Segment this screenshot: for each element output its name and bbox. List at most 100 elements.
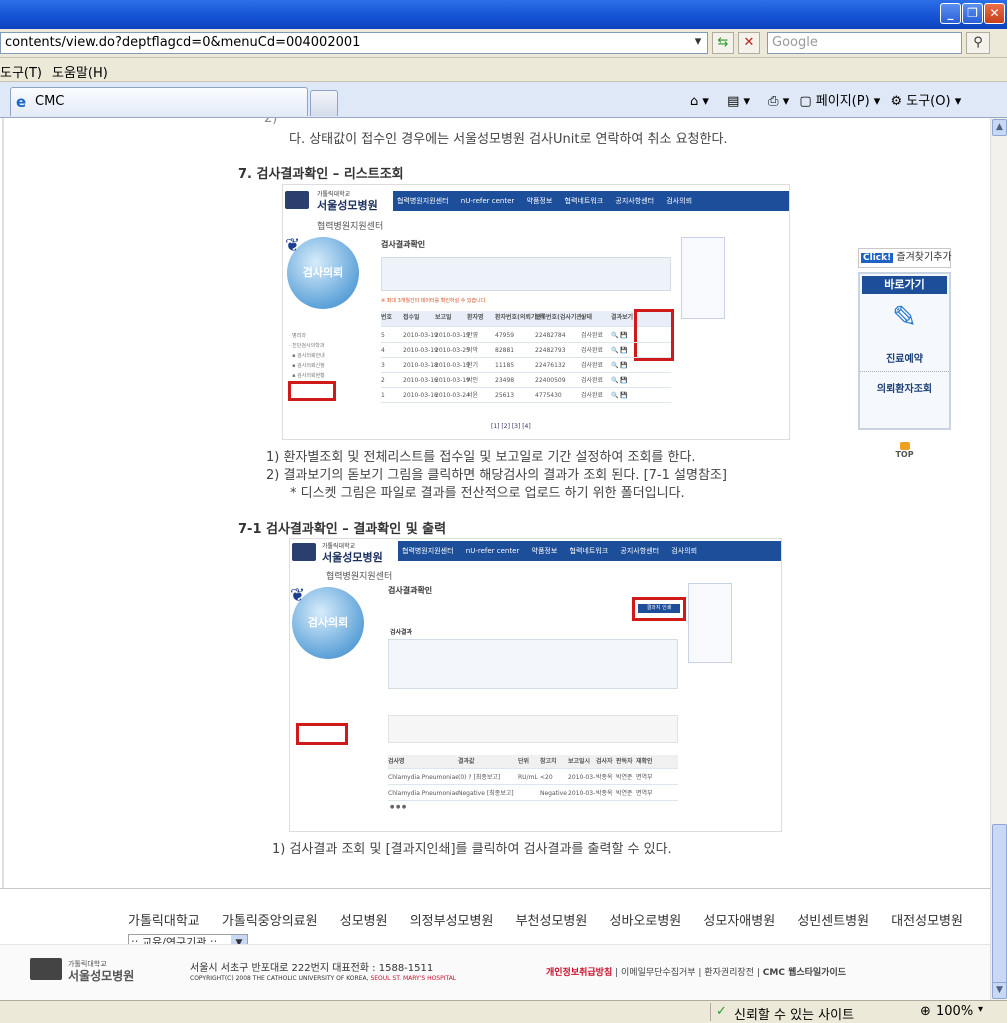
scroll-up-icon[interactable]: ▲ bbox=[992, 119, 1007, 136]
patient-rights-link[interactable]: 환자권리장전 bbox=[704, 968, 754, 978]
magnifier-icon[interactable]: 🔍 💾 bbox=[611, 332, 628, 339]
top-label: TOP bbox=[895, 450, 914, 459]
menu-help[interactable]: 도움말(H) bbox=[52, 62, 108, 81]
center-label: 협력병원지원센터 bbox=[326, 572, 393, 582]
zoom-dropdown-icon[interactable]: ▾ bbox=[978, 1004, 983, 1015]
privacy-policy-link[interactable]: 개인정보취급방침 bbox=[546, 968, 612, 978]
search-icon[interactable]: ⚲ bbox=[966, 32, 990, 54]
table-cell: 박막 bbox=[467, 347, 479, 354]
nav-item[interactable]: 협력병원지원센터 bbox=[402, 547, 454, 555]
click-badge: Click! bbox=[861, 253, 894, 263]
footer-hospital: 서울성모병원 bbox=[68, 969, 135, 983]
table-cell: 안영 bbox=[467, 332, 479, 339]
result-screenshot: 가톨릭대학교 서울성모병원 협력병원지원센터 협력병원지원센터 nU-refer… bbox=[289, 538, 782, 832]
vertical-scrollbar[interactable]: ▲ ▼ bbox=[990, 118, 1007, 1000]
print-icon[interactable]: ⎙ ▾ bbox=[768, 94, 789, 109]
footer-link[interactable]: 성모병원 bbox=[340, 914, 388, 929]
col-result: 결과보기 bbox=[611, 314, 634, 321]
scroll-thumb[interactable] bbox=[992, 824, 1007, 984]
nav-item[interactable]: nU-refer center bbox=[466, 547, 520, 555]
col-value: 결과값 bbox=[458, 758, 475, 765]
footer-link[interactable]: 가톨릭대학교 bbox=[128, 914, 200, 929]
table-cell: 면역부 bbox=[636, 790, 653, 797]
address-dropdown-icon[interactable]: ▾ bbox=[689, 32, 707, 54]
nav-item[interactable]: nU-refer center bbox=[461, 197, 515, 205]
table-cell: 22482793 bbox=[535, 347, 566, 354]
magnifier-icon[interactable]: 🔍 💾 bbox=[611, 377, 628, 384]
table-cell: 23498 bbox=[495, 377, 515, 384]
menu-tools[interactable]: 도구(T) bbox=[0, 62, 42, 81]
footer-link[interactable]: 대전성모병원 bbox=[891, 914, 963, 929]
nav-item[interactable]: 검사의뢰 bbox=[671, 547, 697, 555]
footer-link[interactable]: 성바오로병원 bbox=[610, 914, 682, 929]
nav-item[interactable]: 약품정보 bbox=[532, 547, 558, 555]
zoom-icon[interactable]: ⊕ bbox=[920, 1004, 931, 1019]
window-title-bar: _ ❐ ✕ bbox=[0, 0, 1007, 29]
restore-icon[interactable]: ❐ bbox=[962, 3, 983, 24]
nav-item[interactable]: 공지사항센터 bbox=[620, 547, 659, 555]
copyright-text: COPYRIGHT(C) 2008 THE CATHOLIC UNIVERSIT… bbox=[190, 975, 369, 982]
nav-item[interactable]: 협력네트워크 bbox=[570, 547, 609, 555]
pencil-icon: ✎ bbox=[891, 300, 918, 335]
feeds-icon[interactable]: ▤ ▾ bbox=[727, 94, 750, 109]
footer-link[interactable]: 성모자애병원 bbox=[703, 914, 775, 929]
home-icon[interactable]: ⌂ ▾ bbox=[690, 94, 709, 109]
close-icon[interactable]: ✕ bbox=[984, 3, 1005, 24]
minimize-icon[interactable]: _ bbox=[940, 3, 961, 24]
print-result-button[interactable]: 결과지 인쇄 bbox=[638, 604, 680, 613]
scroll-down-icon[interactable]: ▼ bbox=[992, 982, 1007, 999]
nav-item[interactable]: 협력병원지원센터 bbox=[397, 197, 449, 205]
footer-link[interactable]: 가톨릭중앙의료원 bbox=[222, 914, 318, 929]
style-guide-link[interactable]: CMC 웹스타일가이드 bbox=[763, 968, 846, 978]
footer-link[interactable]: 의정부성모병원 bbox=[410, 914, 494, 929]
quick-menu: Click! 즐겨찾기추가 바로가기 ✎ 진료예약 의뢰환자조회 TOP bbox=[858, 248, 952, 459]
footer-link[interactable]: 부천성모병원 bbox=[516, 914, 588, 929]
result-page-title: 검사결과확인 bbox=[388, 586, 433, 595]
table-cell: <20 bbox=[540, 774, 553, 781]
magnifier-icon[interactable]: 🔍 💾 bbox=[611, 347, 628, 354]
email-policy-link[interactable]: 이메일무단수집거부 bbox=[621, 968, 696, 978]
top-button[interactable]: TOP bbox=[858, 442, 951, 459]
top-icon bbox=[899, 442, 910, 450]
hospital-label: 서울성모병원 bbox=[322, 551, 383, 564]
address-input[interactable]: contents/view.do?deptflagcd=0&menuCd=004… bbox=[0, 32, 708, 54]
tools-menu[interactable]: ⚙ 도구(O) ▾ bbox=[890, 94, 961, 109]
table-row: 5 2010-03-192010-03-19안영 47959 22482784 검사완료… bbox=[381, 329, 671, 343]
command-bar: ⌂ ▾ ▤ ▾ ⎙ ▾ ▢ 페이지(P) ▾ ⚙ 도구(O) ▾ bbox=[690, 90, 961, 109]
table-row: 3 2010-03-182010-03-19한기 11185 22476132 검사완료… bbox=[381, 359, 671, 373]
bookmark-add[interactable]: Click! 즐겨찾기추가 bbox=[858, 248, 952, 268]
footer-address: 서울시 서초구 반포대로 222번지 대표전화 : 1588-1511 bbox=[190, 963, 434, 974]
refresh-icon[interactable]: ⇆ bbox=[712, 32, 734, 54]
magnifier-icon[interactable]: 🔍 💾 bbox=[611, 362, 628, 369]
tab-title: CMC bbox=[35, 94, 65, 109]
nav-item[interactable]: 검사의뢰 bbox=[666, 197, 692, 205]
nav-item[interactable]: 협력네트워크 bbox=[565, 197, 604, 205]
tab-cmc[interactable]: e CMC bbox=[10, 87, 308, 116]
table-cell: 22482784 bbox=[535, 332, 566, 339]
search-form bbox=[381, 257, 671, 291]
nav-item[interactable]: 약품정보 bbox=[527, 197, 553, 205]
new-tab-button[interactable] bbox=[310, 90, 338, 116]
zoom-level[interactable]: 100% bbox=[936, 1004, 973, 1019]
col-report: 보고일 bbox=[435, 314, 452, 321]
table-row: 1 2010-03-162010-03-24서윤 25613 4775430 검사완료 🔍… bbox=[381, 389, 671, 403]
quick-patient-lookup[interactable]: 의뢰환자조회 bbox=[860, 380, 949, 395]
center-label: 협력병원지원센터 bbox=[317, 222, 384, 232]
table-cell: 47959 bbox=[495, 332, 515, 339]
nav-item[interactable]: 공지사항센터 bbox=[615, 197, 654, 205]
table-cell: Chlamydia Pneumoniae Ab, IgG bbox=[388, 774, 458, 781]
magnifier-icon[interactable]: 🔍 💾 bbox=[611, 392, 628, 399]
page-menu[interactable]: ▢ 페이지(P) ▾ bbox=[799, 94, 880, 109]
search-input[interactable]: Google bbox=[767, 32, 962, 54]
table-cell: 3 bbox=[381, 362, 385, 369]
nav-bar: 협력병원지원센터 nU-refer center 약품정보 협력네트워크 공지사… bbox=[398, 541, 781, 561]
table-cell: 검사완료 bbox=[581, 392, 604, 399]
table-cell: 2010-03-18 bbox=[403, 362, 438, 369]
table-cell: 서윤 bbox=[467, 392, 479, 399]
footer-link[interactable]: 성빈센트병원 bbox=[797, 914, 869, 929]
table-cell: 박연준 bbox=[616, 774, 633, 781]
table-cell: 한기 bbox=[467, 362, 479, 369]
quick-reservation[interactable]: 진료예약 bbox=[860, 350, 949, 372]
stop-icon[interactable]: ✕ bbox=[738, 32, 760, 54]
tab-bar: e CMC ⌂ ▾ ▤ ▾ ⎙ ▾ ▢ 페이지(P) ▾ ⚙ 도구(O) ▾ bbox=[0, 82, 1007, 118]
